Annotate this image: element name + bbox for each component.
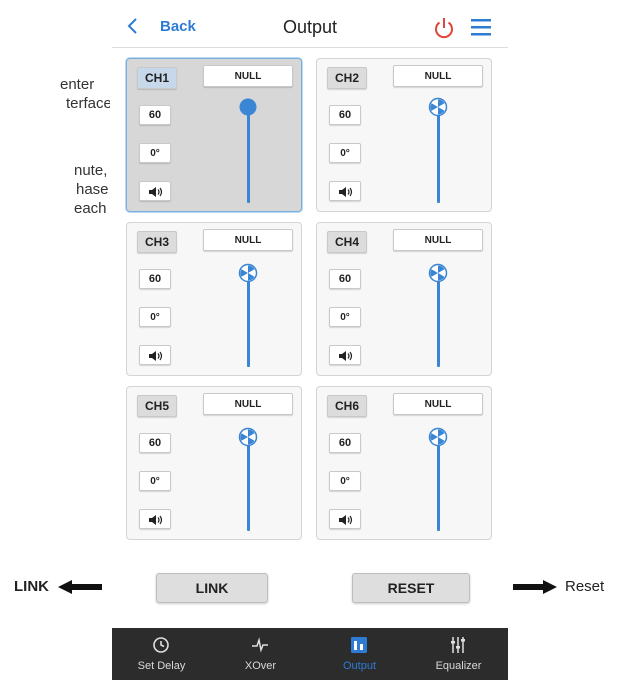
top-bar: Back Output	[112, 8, 508, 48]
app-screen: Back Output CH1 NULL 60 0° CH2 NULL 60 0…	[112, 8, 508, 680]
output-icon	[351, 637, 367, 653]
channel-name-button[interactable]: NULL	[203, 65, 293, 87]
volume-slider-knob[interactable]	[238, 97, 258, 117]
phase-button[interactable]: 0°	[139, 307, 171, 327]
arrow-left-icon	[58, 580, 102, 594]
channel-label[interactable]: CH3	[137, 231, 177, 253]
fan-slider-knob-icon[interactable]	[238, 263, 258, 283]
channel-label[interactable]: CH4	[327, 231, 367, 253]
annotation-line: enter	[60, 76, 95, 93]
volume-slider-track[interactable]	[437, 111, 440, 203]
channel-label[interactable]: CH6	[327, 395, 367, 417]
equalizer-icon	[451, 637, 465, 653]
channel-name-button[interactable]: NULL	[203, 393, 293, 415]
phase-button[interactable]: 0°	[329, 471, 361, 491]
mute-button[interactable]	[329, 509, 361, 529]
phase-button[interactable]: 0°	[139, 471, 171, 491]
power-icon[interactable]	[432, 16, 456, 40]
channel-name-button[interactable]: NULL	[203, 229, 293, 251]
fan-slider-knob-icon[interactable]	[428, 263, 448, 283]
channel-name-button[interactable]: NULL	[393, 229, 483, 251]
annotation-line: each	[74, 200, 107, 217]
bottom-tab-bar: Set Delay XOver Output Equalizer	[112, 628, 508, 680]
annotation-line: terface	[66, 95, 110, 112]
fan-slider-knob-icon[interactable]	[238, 427, 258, 447]
mute-button[interactable]	[329, 181, 361, 201]
fan-slider-knob-icon[interactable]	[428, 97, 448, 117]
channel-label[interactable]: CH2	[327, 67, 367, 89]
mute-button[interactable]	[329, 345, 361, 365]
gain-value-button[interactable]: 60	[139, 269, 171, 289]
tab-set-delay[interactable]: Set Delay	[112, 628, 211, 680]
waveform-icon	[252, 637, 268, 653]
arrow-right-icon	[513, 580, 557, 594]
tab-xover[interactable]: XOver	[211, 628, 310, 680]
mute-button[interactable]	[139, 345, 171, 365]
channel-card-ch3[interactable]: CH3 NULL 60 0°	[126, 222, 302, 376]
speaker-icon	[339, 515, 353, 525]
channel-name-button[interactable]: NULL	[393, 393, 483, 415]
speaker-icon	[339, 187, 353, 197]
gain-value-button[interactable]: 60	[329, 269, 361, 289]
channel-card-ch6[interactable]: CH6 NULL 60 0°	[316, 386, 492, 540]
volume-slider-track[interactable]	[437, 277, 440, 367]
tab-label: Equalizer	[435, 660, 482, 672]
link-button[interactable]: LINK	[156, 573, 268, 603]
mute-button[interactable]	[139, 509, 171, 529]
reset-callout-label: Reset	[565, 578, 605, 595]
channel-name-button[interactable]: NULL	[393, 65, 483, 87]
annotation-line: nute,	[74, 162, 108, 179]
fan-slider-knob-icon[interactable]	[428, 427, 448, 447]
channel-card-ch2[interactable]: CH2 NULL 60 0°	[316, 58, 492, 212]
channel-label[interactable]: CH5	[137, 395, 177, 417]
back-button[interactable]: Back	[160, 18, 196, 35]
chevron-left-icon[interactable]	[126, 16, 140, 36]
tab-label: Set Delay	[137, 660, 186, 672]
gain-value-button[interactable]: 60	[329, 433, 361, 453]
tab-output[interactable]: Output	[310, 628, 409, 680]
gain-value-button[interactable]: 60	[139, 433, 171, 453]
gain-value-button[interactable]: 60	[329, 105, 361, 125]
phase-button[interactable]: 0°	[329, 307, 361, 327]
speaker-icon	[149, 351, 163, 361]
channel-card-ch5[interactable]: CH5 NULL 60 0°	[126, 386, 302, 540]
reset-button[interactable]: RESET	[352, 573, 470, 603]
phase-button[interactable]: 0°	[139, 143, 171, 163]
annotation-text-bottom: nute, hase each	[0, 161, 110, 218]
channel-card-ch1[interactable]: CH1 NULL 60 0°	[126, 58, 302, 212]
phase-button[interactable]: 0°	[329, 143, 361, 163]
speaker-icon	[149, 515, 163, 525]
volume-slider-track[interactable]	[437, 441, 440, 531]
speaker-icon	[149, 187, 163, 197]
speaker-icon	[339, 351, 353, 361]
tab-label: Output	[342, 660, 377, 672]
tab-equalizer[interactable]: Equalizer	[409, 628, 508, 680]
annotation-text-top: enter terface	[0, 75, 110, 113]
mute-button[interactable]	[139, 181, 171, 201]
channel-label[interactable]: CH1	[137, 67, 177, 89]
volume-slider-track[interactable]	[247, 277, 250, 367]
channel-card-ch4[interactable]: CH4 NULL 60 0°	[316, 222, 492, 376]
volume-slider-track[interactable]	[247, 441, 250, 531]
link-callout-label: LINK	[14, 578, 49, 595]
gain-value-button[interactable]: 60	[139, 105, 171, 125]
annotation-line: hase	[76, 181, 109, 198]
menu-icon[interactable]	[470, 17, 492, 37]
clock-icon	[153, 637, 169, 653]
tab-label: XOver	[244, 660, 277, 672]
